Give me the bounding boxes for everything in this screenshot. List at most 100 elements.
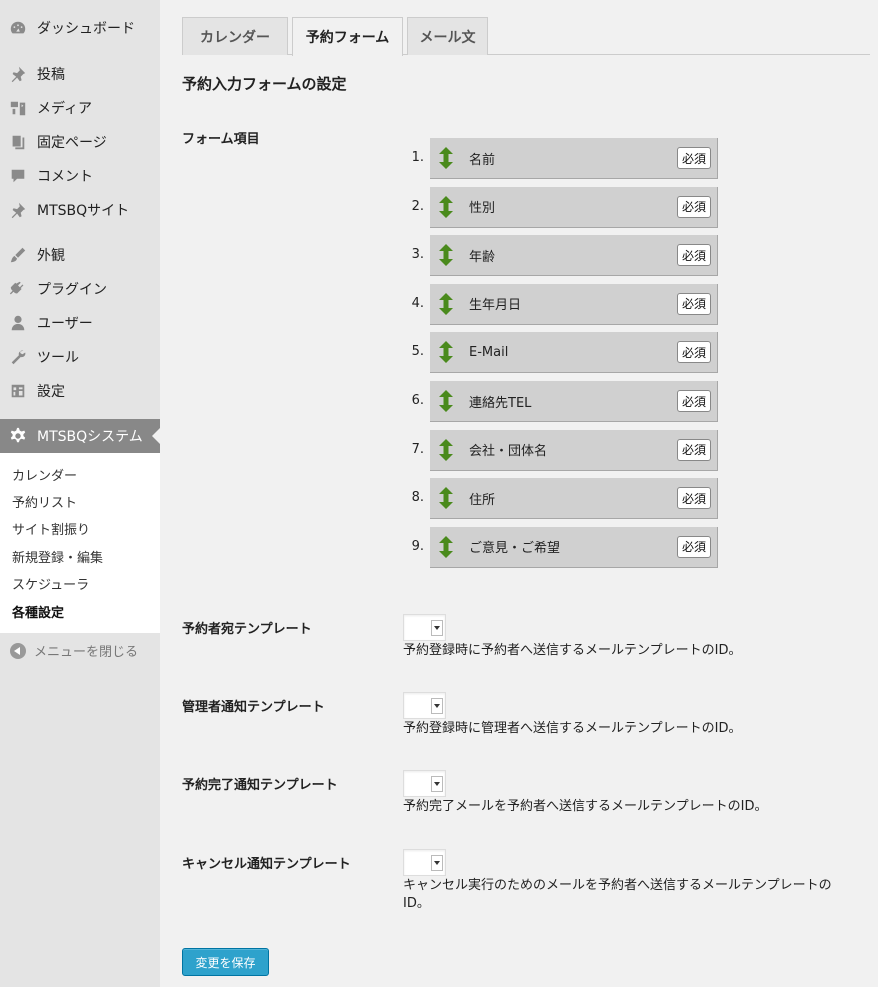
submenu-item-reservation-list[interactable]: 予約リスト [12, 492, 77, 511]
template-label: 予約完了通知テンプレート [182, 778, 338, 793]
settings-icon [8, 381, 28, 401]
form-item-row[interactable]: 会社・団体名 必須 [430, 429, 718, 471]
media-icon [8, 98, 28, 118]
required-badge[interactable]: 必須 [676, 390, 711, 412]
required-badge[interactable]: 必須 [676, 292, 711, 315]
form-item-row[interactable]: 住所 必須 [430, 478, 718, 520]
form-item-row[interactable]: 性別 必須 [430, 186, 718, 228]
form-item-number: 6. [411, 393, 424, 408]
submenu-item-calendar[interactable]: カレンダー [12, 465, 77, 484]
save-button[interactable]: 変更を保存 [182, 948, 269, 976]
sidebar-item-label: コメント [37, 169, 93, 185]
form-item-number: 2. [411, 198, 424, 214]
tab-calendar[interactable]: カレンダー [182, 17, 288, 55]
user-icon [8, 313, 28, 333]
sidebar-item-mtsbq-site[interactable]: MTSBQサイト [0, 193, 160, 227]
template-label: 管理者通知テンプレート [182, 700, 325, 715]
form-item-number: 9. [411, 538, 424, 554]
submenu: カレンダー 予約リスト サイト割振り 新規登録・編集 スケジューラ 各種設定 [0, 453, 160, 633]
sidebar-item-label: 設定 [37, 384, 65, 400]
required-badge[interactable]: 必須 [676, 244, 711, 267]
tab-reservation-form[interactable]: 予約フォーム [292, 17, 403, 56]
comment-icon [8, 166, 28, 186]
sort-arrow-icon[interactable] [437, 147, 455, 169]
form-item-name: 生年月日 [469, 298, 522, 314]
sidebar-item-mtsbq-system[interactable]: MTSBQシステム [0, 419, 160, 453]
sort-arrow-icon[interactable] [437, 390, 455, 412]
template-select[interactable] [403, 614, 446, 641]
submenu-item-site-assign[interactable]: サイト割振り [12, 519, 90, 538]
sort-arrow-icon[interactable] [437, 438, 455, 461]
page-title: 予約入力フォームの設定 [182, 75, 347, 93]
form-item-row[interactable]: 生年月日 必須 [430, 283, 718, 325]
form-item-name: 名前 [469, 152, 496, 168]
template-select[interactable] [403, 770, 446, 797]
dashboard-icon [8, 18, 28, 38]
plugin-icon [8, 279, 28, 299]
sort-arrow-icon[interactable] [437, 195, 455, 218]
submenu-item-new-edit[interactable]: 新規登録・編集 [12, 547, 103, 566]
admin-sidebar: ダッシュボード 投稿 メディア 固定ページ コメント MTSBQサイト 外観 プ… [0, 0, 160, 987]
sidebar-item-label: 固定ページ [37, 135, 107, 151]
sidebar-item-posts[interactable]: 投稿 [0, 57, 160, 91]
chevron-down-icon [431, 698, 443, 714]
sort-arrow-icon[interactable] [437, 487, 455, 510]
template-select[interactable] [403, 849, 446, 876]
gear-icon [8, 426, 28, 446]
form-item-row[interactable]: 年齢 必須 [430, 235, 718, 277]
sidebar-item-users[interactable]: ユーザー [0, 306, 160, 340]
form-item-row[interactable]: ご意見・ご希望 必須 [430, 526, 718, 568]
template-description: キャンセル実行のためのメールを予約者へ送信するメールテンプレートのID。 [403, 878, 832, 911]
form-item-row[interactable]: 連絡先TEL 必須 [430, 381, 718, 422]
form-item-row[interactable]: 名前 必須 [430, 138, 718, 179]
sidebar-item-tools[interactable]: ツール [0, 340, 160, 374]
sidebar-item-label: メディア [37, 101, 93, 117]
required-badge[interactable]: 必須 [676, 535, 711, 558]
form-item-number: 5. [411, 344, 424, 360]
submenu-item-settings[interactable]: 各種設定 [12, 602, 64, 621]
sort-arrow-icon[interactable] [437, 244, 455, 267]
sidebar-item-pages[interactable]: 固定ページ [0, 125, 160, 159]
page-icon [8, 132, 28, 152]
tab-bar: カレンダー 予約フォーム メール文 [182, 17, 870, 56]
sidebar-item-dashboard[interactable]: ダッシュボード [0, 11, 160, 45]
required-badge[interactable]: 必須 [676, 341, 711, 364]
sidebar-item-label: 投稿 [37, 67, 65, 83]
sidebar-item-label: MTSBQシステム [37, 429, 143, 445]
sidebar-item-media[interactable]: メディア [0, 91, 160, 125]
pin-icon [8, 200, 28, 220]
collapse-icon [10, 642, 26, 659]
sidebar-item-plugins[interactable]: プラグイン [0, 272, 160, 306]
sidebar-item-settings[interactable]: 設定 [0, 374, 160, 408]
pin-icon [8, 64, 28, 84]
chevron-down-icon [431, 620, 443, 636]
required-badge[interactable]: 必須 [676, 147, 711, 169]
sidebar-item-label: プラグイン [37, 282, 107, 298]
sort-arrow-icon[interactable] [437, 341, 455, 364]
template-description: 予約完了メールを予約者へ送信するメールテンプレートのID。 [403, 799, 768, 814]
sidebar-item-appearance[interactable]: 外観 [0, 238, 160, 272]
form-item-row[interactable]: E-Mail 必須 [430, 332, 718, 374]
form-item-name: 会社・団体名 [469, 444, 548, 460]
brush-icon [8, 245, 28, 265]
required-badge[interactable]: 必須 [676, 438, 711, 461]
template-label: キャンセル通知テンプレート [182, 857, 351, 872]
wrench-icon [8, 347, 28, 367]
form-item-name: 住所 [469, 492, 496, 508]
chevron-down-icon [431, 855, 443, 871]
collapse-menu-button[interactable]: メニューを閉じる [10, 641, 138, 660]
required-badge[interactable]: 必須 [676, 487, 711, 510]
template-select[interactable] [403, 692, 446, 719]
form-item-number: 3. [411, 247, 424, 263]
sidebar-item-label: ツール [37, 350, 79, 366]
collapse-label: メニューを閉じる [34, 645, 139, 660]
required-badge[interactable]: 必須 [676, 195, 711, 218]
sidebar-item-label: ユーザー [37, 316, 93, 332]
submenu-item-scheduler[interactable]: スケジューラ [12, 574, 89, 593]
template-label: 予約者宛テンプレート [182, 622, 312, 637]
sidebar-item-comments[interactable]: コメント [0, 159, 160, 193]
sort-arrow-icon[interactable] [437, 535, 455, 558]
sort-arrow-icon[interactable] [437, 292, 455, 315]
sidebar-item-label: 外観 [37, 248, 65, 264]
tab-mail-text[interactable]: メール文 [407, 17, 488, 55]
